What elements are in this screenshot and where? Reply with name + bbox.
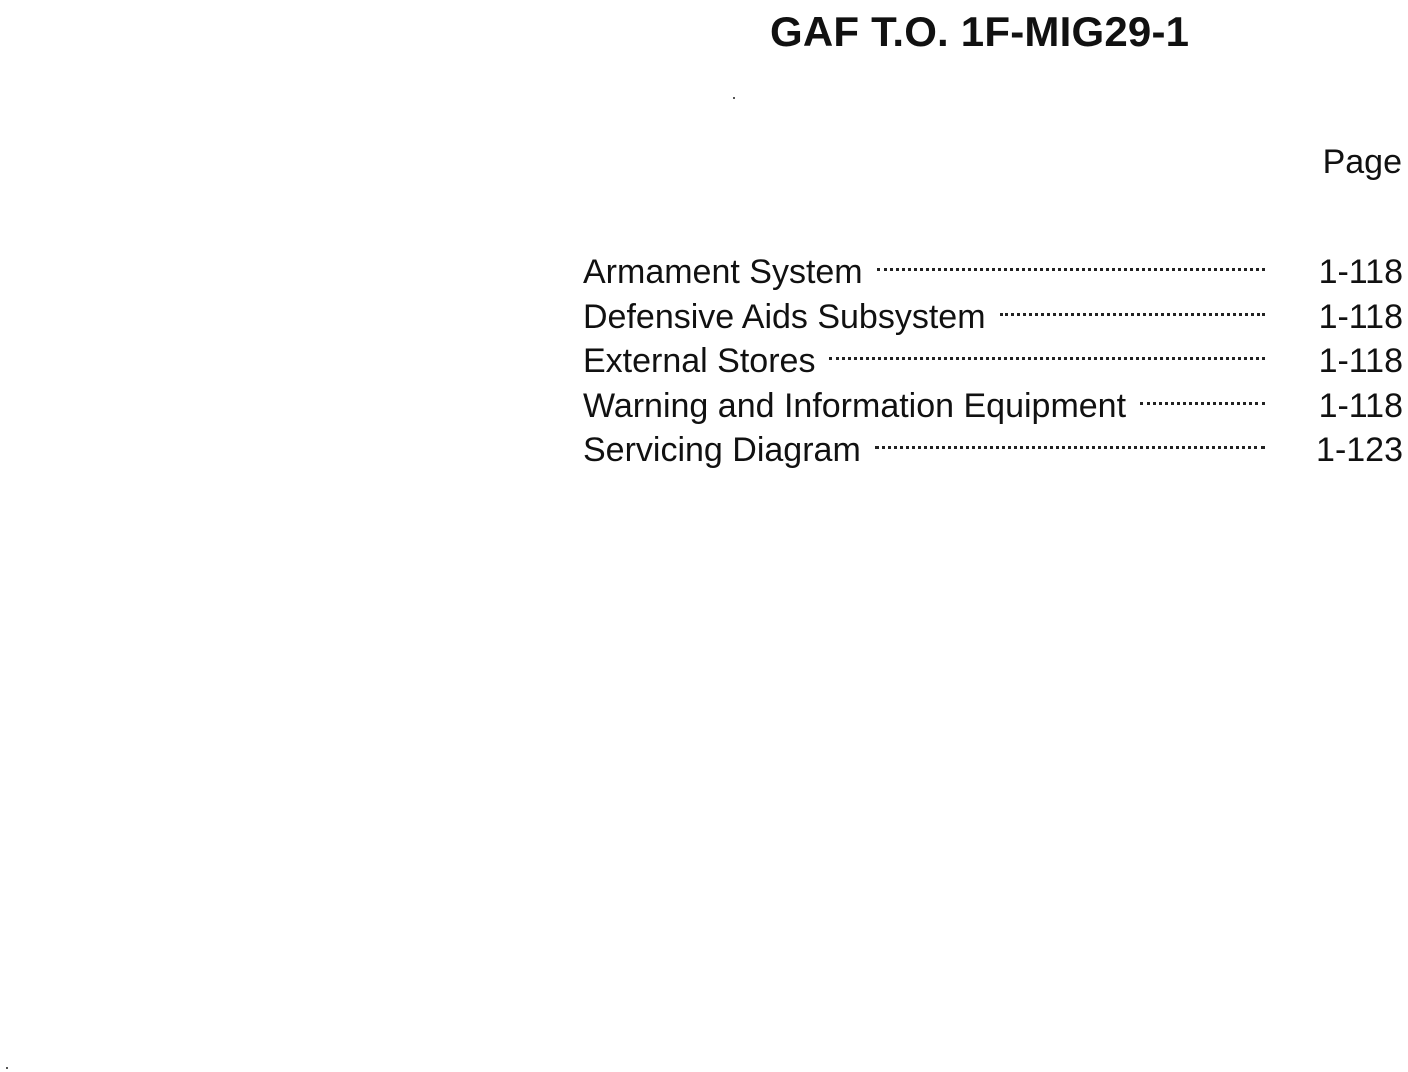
dot-leader <box>999 284 1265 328</box>
scan-speck <box>6 1067 8 1069</box>
toc-entry-title: Servicing Diagram <box>583 431 861 469</box>
dot-leader <box>1140 373 1265 417</box>
toc-entry-page: 1-118 <box>1318 297 1403 336</box>
toc-entry: Armament System 1-118 <box>583 239 1403 291</box>
toc-entry-page: 1-123 <box>1316 431 1403 469</box>
scan-speck <box>733 97 735 99</box>
toc-entry-title: External Stores <box>583 342 816 380</box>
toc-entry-page: 1-118 <box>1318 386 1403 425</box>
toc-entry-title: Armament System <box>583 253 863 291</box>
toc-entry-page: 1-118 <box>1318 342 1403 380</box>
dot-leader <box>876 239 1265 283</box>
dot-leader <box>874 417 1265 461</box>
dot-leader <box>829 328 1265 372</box>
document-title: GAF T.O. 1F-MIG29-1 <box>770 8 1190 55</box>
toc-entry-page: 1-118 <box>1318 253 1403 291</box>
page-column-label: Page <box>1322 143 1402 181</box>
table-of-contents: Armament System 1-118 Defensive Aids Sub… <box>583 239 1403 469</box>
